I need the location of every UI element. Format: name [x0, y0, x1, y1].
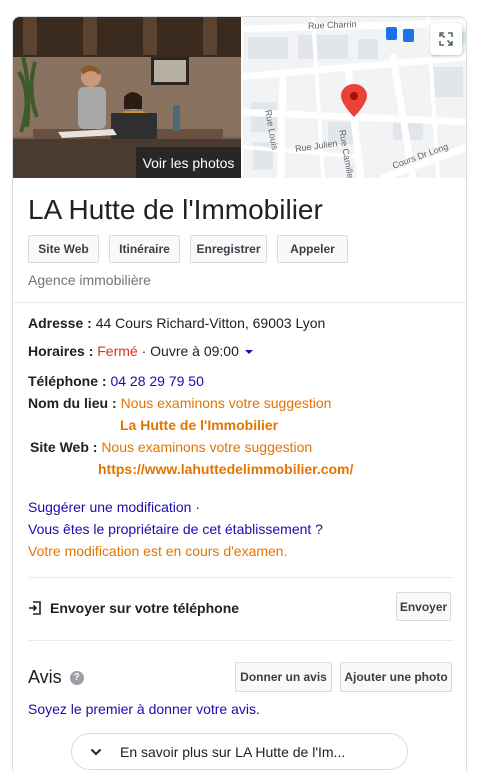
address-label: Adresse :: [28, 315, 92, 331]
hours-label: Horaires :: [28, 343, 94, 359]
website-row: Site Web : Nous examinons votre suggesti…: [30, 439, 312, 455]
chevron-down-icon: [90, 748, 102, 755]
reviews-title: Avis: [28, 667, 62, 687]
add-photo-button[interactable]: Ajouter une photo: [340, 662, 452, 692]
learn-more-label: En savoir plus sur LA Hutte de l'Im...: [120, 743, 346, 760]
place-name-row: Nom du lieu : Nous examinons votre sugge…: [28, 395, 331, 411]
website-pending: Nous examinons votre suggestion: [101, 439, 313, 455]
write-review-button[interactable]: Donner un avis: [235, 662, 332, 692]
action-buttons: Site Web Itinéraire Enregistrer Appeler: [28, 235, 348, 263]
place-name-label: Nom du lieu :: [28, 395, 117, 411]
reviews-header: Avis ?: [28, 667, 84, 688]
knowledge-panel: Voir les photos Rue Charrin Rue Louis Ru…: [12, 16, 467, 771]
place-name-pending: Nous examinons votre suggestion: [120, 395, 332, 411]
location-map[interactable]: Rue Charrin Rue Louis Rue Camille Rue Ju…: [243, 17, 466, 178]
owner-claim-link[interactable]: Vous êtes le propriétaire de cet établis…: [28, 521, 323, 537]
caret-down-icon[interactable]: [244, 349, 254, 355]
address-value[interactable]: 44 Cours Richard-Vitton, 69003 Lyon: [96, 315, 326, 331]
website-label: Site Web :: [30, 439, 98, 455]
website-button[interactable]: Site Web: [28, 235, 99, 263]
hours-next-open: · Ouvre à 09:00: [141, 343, 239, 359]
phone-label: Téléphone :: [28, 373, 107, 389]
business-category: Agence immobilière: [28, 272, 151, 288]
business-photo[interactable]: Voir les photos: [13, 17, 241, 178]
place-name-suggested: La Hutte de l'Immobilier: [120, 417, 279, 433]
edit-pending-notice: Votre modification est en cours d'examen…: [28, 543, 288, 559]
phone-row: Téléphone : 04 28 29 79 50: [28, 373, 204, 389]
send-to-phone-icon: [29, 601, 41, 615]
divider: [28, 640, 453, 641]
call-button[interactable]: Appeler: [277, 235, 348, 263]
website-suggested: https://www.lahuttedelimmobilier.com/: [98, 461, 354, 477]
send-to-phone-row[interactable]: Envoyer sur votre téléphone: [28, 600, 239, 616]
expand-map-button[interactable]: [430, 23, 462, 55]
save-button[interactable]: Enregistrer: [190, 235, 267, 263]
hours-status: Fermé: [97, 343, 138, 359]
learn-more-button[interactable]: En savoir plus sur LA Hutte de l'Im...: [71, 733, 408, 770]
review-buttons: Donner un avis Ajouter une photo: [235, 662, 452, 692]
send-button[interactable]: Envoyer: [396, 592, 451, 621]
send-to-phone-label: Envoyer sur votre téléphone: [50, 600, 240, 616]
expand-icon: [439, 32, 453, 46]
phone-link[interactable]: 04 28 29 79 50: [110, 373, 203, 389]
hours-row[interactable]: Horaires : Fermé · Ouvre à 09:00: [28, 343, 254, 359]
directions-button[interactable]: Itinéraire: [109, 235, 180, 263]
divider: [28, 577, 453, 578]
business-name: LA Hutte de l'Immobilier: [28, 194, 323, 225]
help-icon[interactable]: ?: [69, 670, 84, 685]
suggest-edit-link[interactable]: Suggérer une modification ·: [28, 499, 200, 515]
map-label-rue-charrin: Rue Charrin: [307, 19, 357, 31]
divider: [13, 302, 466, 303]
first-review-link[interactable]: Soyez le premier à donner votre avis.: [28, 701, 260, 717]
address-row: Adresse : 44 Cours Richard-Vitton, 69003…: [28, 315, 325, 331]
view-photos-button[interactable]: Voir les photos: [136, 147, 241, 178]
